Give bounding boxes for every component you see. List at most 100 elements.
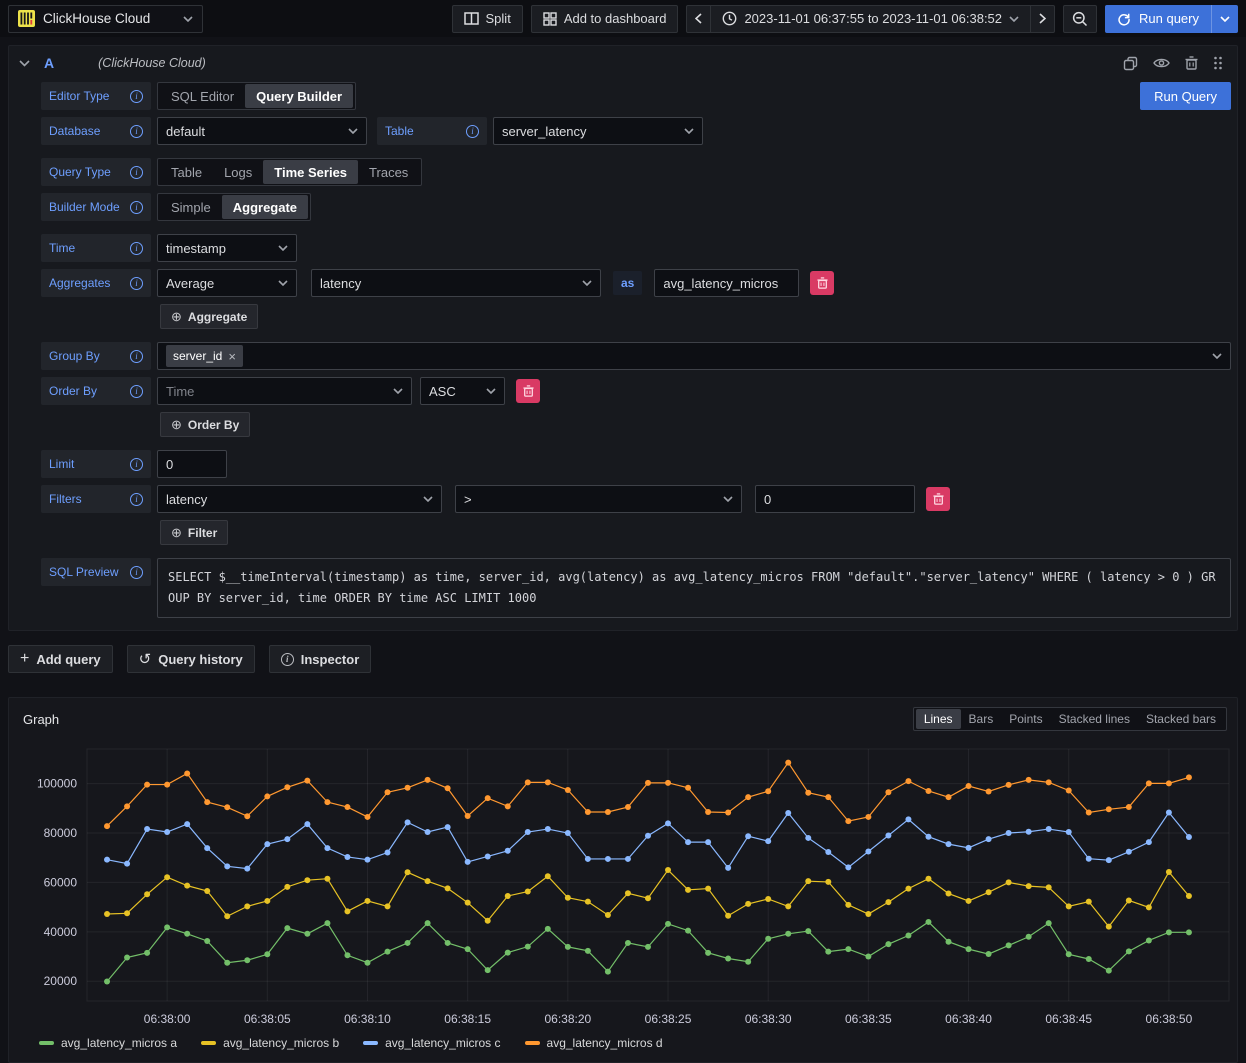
database-select[interactable]: default bbox=[157, 117, 367, 145]
data-point bbox=[244, 903, 250, 909]
info-icon[interactable]: i bbox=[130, 201, 143, 214]
data-point bbox=[1146, 937, 1152, 943]
editor-type-sql-editor[interactable]: SQL Editor bbox=[160, 84, 245, 108]
inspector-button[interactable]: i Inspector bbox=[269, 645, 372, 673]
data-point bbox=[825, 849, 831, 855]
graph-mode-bars[interactable]: Bars bbox=[961, 709, 1002, 729]
zoom-out-button[interactable] bbox=[1063, 5, 1097, 33]
filter-operator-select[interactable]: > bbox=[455, 485, 742, 513]
query-type-time-series[interactable]: Time Series bbox=[263, 160, 358, 184]
collapse-chevron-icon[interactable] bbox=[19, 60, 30, 67]
time-range-picker[interactable]: 2023-11-01 06:37:55 to 2023-11-01 06:38:… bbox=[710, 5, 1031, 33]
graph-mode-lines[interactable]: Lines bbox=[916, 709, 961, 729]
y-tick-label: 60000 bbox=[44, 875, 78, 889]
query-type-logs[interactable]: Logs bbox=[213, 160, 263, 184]
time-shift-back-button[interactable] bbox=[686, 5, 711, 33]
builder-mode-aggregate[interactable]: Aggregate bbox=[222, 195, 308, 219]
data-point bbox=[605, 856, 611, 862]
legend-item[interactable]: avg_latency_micros b bbox=[201, 1036, 339, 1050]
run-query-caret-button[interactable] bbox=[1211, 5, 1238, 33]
info-icon[interactable]: i bbox=[130, 350, 143, 363]
chevron-down-icon bbox=[423, 496, 433, 502]
legend-swatch bbox=[201, 1041, 216, 1045]
aggregate-alias-input[interactable]: avg_latency_micros bbox=[654, 269, 799, 297]
info-icon[interactable]: i bbox=[130, 242, 143, 255]
info-icon[interactable]: i bbox=[130, 277, 143, 290]
data-point bbox=[405, 785, 411, 791]
info-icon[interactable]: i bbox=[130, 493, 143, 506]
order-by-field-select[interactable]: Time bbox=[157, 377, 412, 405]
data-point bbox=[805, 835, 811, 841]
data-point bbox=[465, 946, 471, 952]
aggregate-column-select[interactable]: latency bbox=[311, 269, 601, 297]
group-by-select[interactable]: server_id × bbox=[157, 342, 1231, 370]
chevron-down-icon bbox=[348, 128, 358, 134]
remove-chip-icon[interactable]: × bbox=[228, 349, 236, 364]
info-icon[interactable]: i bbox=[130, 385, 143, 398]
add-filter-button[interactable]: ⊕ Filter bbox=[160, 520, 228, 545]
timeseries-chart[interactable]: 2000040000600008000010000006:38:0006:38:… bbox=[9, 733, 1237, 1036]
data-point bbox=[204, 799, 210, 805]
filter-value-input[interactable]: 0 bbox=[755, 485, 915, 513]
chevron-down-icon bbox=[582, 280, 592, 286]
query-type-table[interactable]: Table bbox=[160, 160, 213, 184]
query-type-traces[interactable]: Traces bbox=[358, 160, 419, 184]
remove-order-by-button[interactable] bbox=[516, 379, 540, 403]
info-icon[interactable]: i bbox=[130, 125, 143, 138]
add-to-dashboard-button[interactable]: Add to dashboard bbox=[531, 5, 679, 33]
limit-input[interactable]: 0 bbox=[157, 450, 227, 478]
aggregate-function-select[interactable]: Average bbox=[157, 269, 297, 297]
data-point bbox=[785, 931, 791, 937]
run-query-split-button: Run query bbox=[1105, 5, 1238, 33]
run-query-button[interactable]: Run query bbox=[1105, 5, 1211, 33]
data-point bbox=[865, 954, 871, 960]
chevron-right-icon bbox=[1039, 13, 1046, 24]
data-point bbox=[905, 816, 911, 822]
graph-mode-points[interactable]: Points bbox=[1001, 709, 1050, 729]
data-point bbox=[905, 933, 911, 939]
data-point bbox=[204, 938, 210, 944]
info-icon[interactable]: i bbox=[130, 566, 143, 579]
remove-query-button[interactable] bbox=[1185, 56, 1198, 70]
legend-swatch bbox=[39, 1041, 54, 1045]
info-icon[interactable]: i bbox=[130, 90, 143, 103]
data-point bbox=[485, 795, 491, 801]
query-row-header[interactable]: A (ClickHouse Cloud) bbox=[9, 46, 1237, 80]
data-point bbox=[645, 895, 651, 901]
run-query-button-editor[interactable]: Run Query bbox=[1140, 82, 1231, 110]
query-history-button[interactable]: ↺ Query history bbox=[127, 645, 255, 673]
data-point bbox=[1146, 839, 1152, 845]
graph-mode-stacked-lines[interactable]: Stacked lines bbox=[1051, 709, 1138, 729]
info-icon[interactable]: i bbox=[466, 125, 479, 138]
info-icon[interactable]: i bbox=[130, 458, 143, 471]
legend-item[interactable]: avg_latency_micros d bbox=[525, 1036, 663, 1050]
add-order-by-button[interactable]: ⊕ Order By bbox=[160, 412, 250, 437]
info-icon[interactable]: i bbox=[130, 166, 143, 179]
data-point bbox=[224, 804, 230, 810]
data-point bbox=[966, 946, 972, 952]
time-column-select[interactable]: timestamp bbox=[157, 234, 297, 262]
datasource-picker[interactable]: ClickHouse Cloud bbox=[8, 5, 203, 33]
data-point bbox=[1046, 884, 1052, 890]
data-point bbox=[1106, 857, 1112, 863]
editor-type-query-builder[interactable]: Query Builder bbox=[245, 84, 353, 108]
time-shift-forward-button[interactable] bbox=[1030, 5, 1055, 33]
filter-column-select[interactable]: latency bbox=[157, 485, 442, 513]
disable-query-button[interactable] bbox=[1153, 57, 1170, 69]
legend-item[interactable]: avg_latency_micros c bbox=[363, 1036, 500, 1050]
data-point bbox=[845, 902, 851, 908]
data-point bbox=[184, 931, 190, 937]
remove-filter-button[interactable] bbox=[926, 487, 950, 511]
graph-mode-stacked-bars[interactable]: Stacked bars bbox=[1138, 709, 1224, 729]
remove-aggregate-button[interactable] bbox=[810, 271, 834, 295]
data-point bbox=[865, 911, 871, 917]
drag-handle[interactable] bbox=[1213, 56, 1223, 70]
legend-item[interactable]: avg_latency_micros a bbox=[39, 1036, 177, 1050]
add-aggregate-button[interactable]: ⊕ Aggregate bbox=[160, 304, 258, 329]
builder-mode-simple[interactable]: Simple bbox=[160, 195, 222, 219]
duplicate-query-button[interactable] bbox=[1123, 56, 1138, 71]
add-query-button[interactable]: + Add query bbox=[8, 645, 113, 673]
table-select[interactable]: server_latency bbox=[493, 117, 703, 145]
order-direction-select[interactable]: ASC bbox=[420, 377, 505, 405]
split-button[interactable]: Split bbox=[452, 5, 523, 33]
